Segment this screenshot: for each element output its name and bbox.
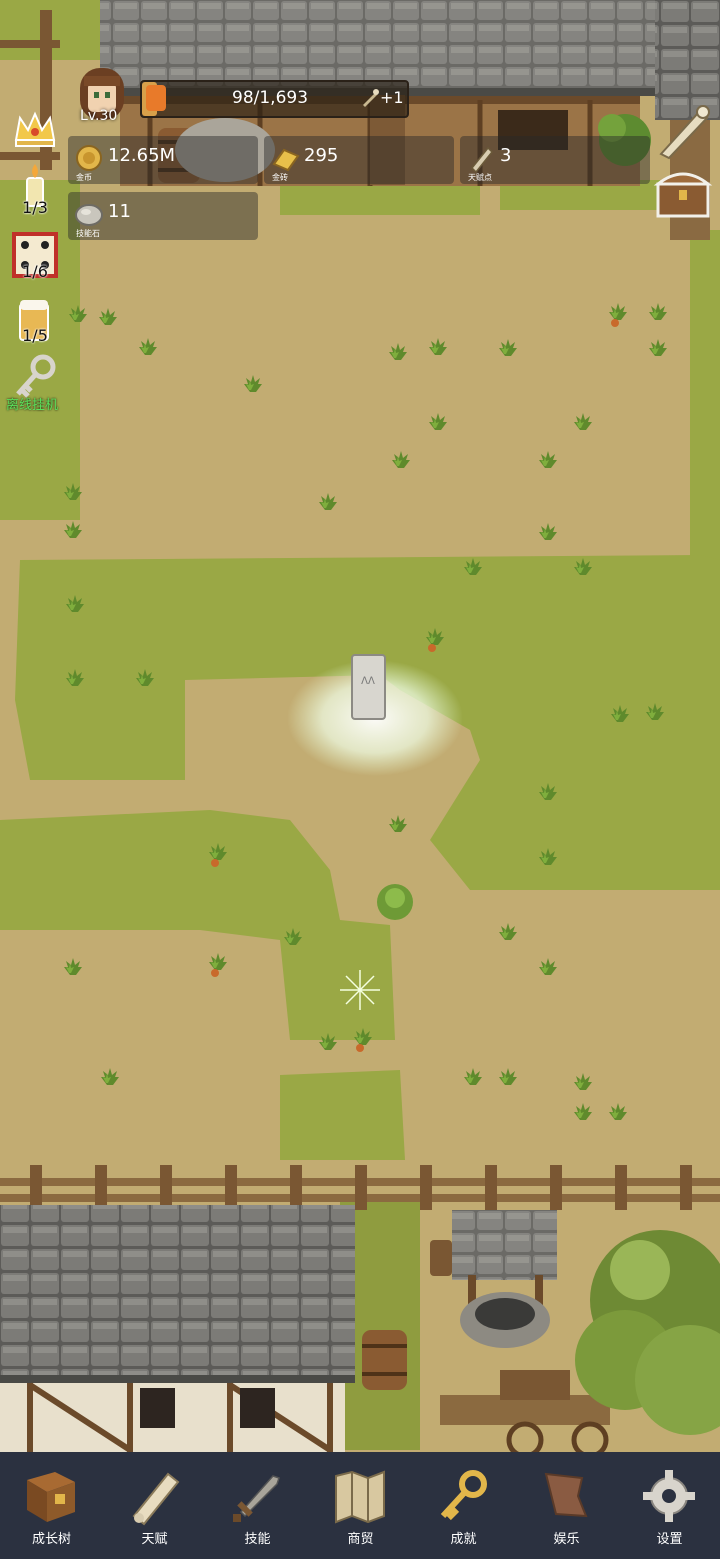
- talent-points-label: 天赋点: [468, 173, 492, 182]
- skill-stone-label: 技能石: [76, 229, 100, 238]
- gear-icon: [643, 1470, 695, 1522]
- talent-scroll-icon: [470, 146, 494, 172]
- drink-count: 1/5: [22, 326, 48, 345]
- map-icon: [335, 1470, 385, 1524]
- nav-achievements-label: 成就: [450, 1532, 477, 1547]
- gold-brick-label: 金砖: [272, 173, 288, 182]
- nav-trade[interactable]: 商贸: [309, 1452, 412, 1559]
- xp-value: 98/1,693: [232, 88, 309, 108]
- svg-text:ᐱᐱ: ᐱᐱ: [361, 676, 375, 687]
- nav-growth-tree-label: 成长树: [31, 1532, 71, 1547]
- xp-bar: 98/1,693 +1: [140, 80, 409, 118]
- nav-talent-label: 天赋: [141, 1532, 168, 1547]
- bone-club-icon: [659, 105, 710, 160]
- gold-brick-icon: [272, 148, 300, 172]
- dice-count: 1/6: [22, 262, 48, 281]
- crown-icon: [14, 111, 56, 147]
- skill-stone-value: 11: [108, 201, 131, 222]
- skill-stone-resource[interactable]: 11 技能石: [68, 192, 258, 240]
- offline-idle-label: 离线挂机: [6, 398, 59, 413]
- nav-growth-tree[interactable]: 成长树: [0, 1452, 103, 1559]
- gold-coin-icon: [76, 145, 102, 171]
- gold-resource[interactable]: 12.65M 金币: [68, 136, 258, 184]
- xp-potion-icon: [146, 85, 166, 111]
- player-level: Lv.30: [80, 108, 118, 124]
- treasure-chest-icon: [653, 172, 713, 218]
- crown-button[interactable]: [10, 104, 60, 154]
- nav-trade-label: 商贸: [347, 1532, 374, 1547]
- bottom-nav: 成长树 天赋 技能 商贸 成就 娱乐 设置: [0, 1452, 720, 1559]
- nav-settings-label: 设置: [656, 1532, 683, 1547]
- xp-bonus: +1: [380, 88, 404, 107]
- nav-entertainment-label: 娱乐: [553, 1532, 580, 1547]
- nav-settings[interactable]: 设置: [618, 1452, 720, 1559]
- gold-brick-value: 295: [304, 145, 339, 166]
- candle-count: 1/3: [22, 198, 48, 217]
- treasure-chest-button[interactable]: [652, 162, 714, 220]
- gold-label: 金币: [76, 173, 92, 182]
- gold-value: 12.65M: [108, 145, 176, 166]
- skill-stone-icon: [75, 204, 103, 226]
- talent-points-value: 3: [500, 145, 512, 166]
- scroll-icon: [132, 1472, 180, 1526]
- nav-talent[interactable]: 天赋: [103, 1452, 206, 1559]
- sword-icon: [233, 1475, 280, 1522]
- gold-key-icon: [440, 1470, 487, 1521]
- book-icon: [27, 1472, 75, 1522]
- flag-icon: [544, 1472, 588, 1518]
- gold-brick-resource[interactable]: 295 金砖: [264, 136, 454, 184]
- weapon-button[interactable]: [655, 102, 713, 160]
- nav-achievements[interactable]: 成就: [412, 1452, 515, 1559]
- nav-skills-label: 技能: [244, 1532, 271, 1547]
- talent-points-resource[interactable]: 3 天赋点: [460, 136, 650, 184]
- nav-entertainment[interactable]: 娱乐: [515, 1452, 618, 1559]
- nav-skills[interactable]: 技能: [206, 1452, 309, 1559]
- xp-bonus-icon: [360, 88, 380, 108]
